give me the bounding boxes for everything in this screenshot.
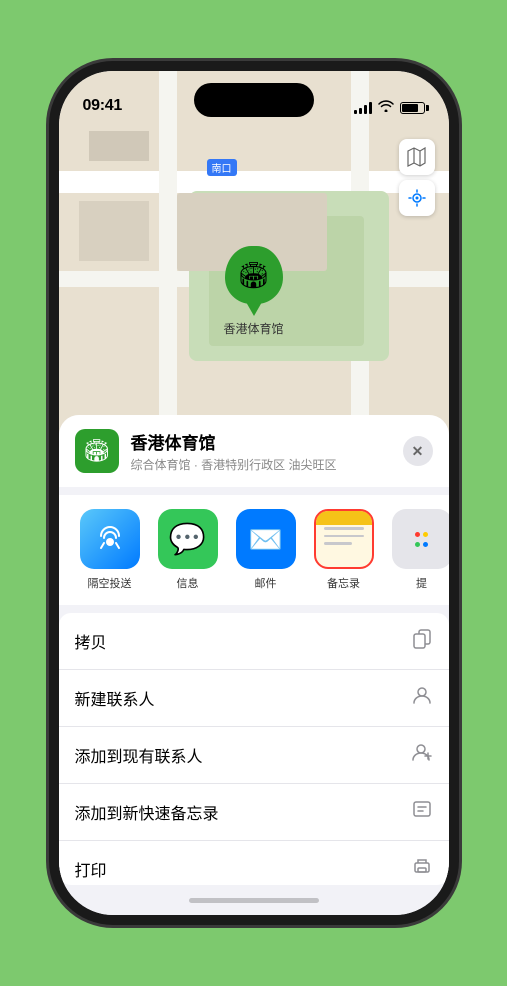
notes-label: 备忘录 bbox=[327, 575, 360, 591]
map-controls bbox=[399, 139, 435, 216]
share-item-more[interactable]: 提 bbox=[387, 509, 449, 591]
signal-icon bbox=[354, 102, 372, 114]
bottom-sheet: 🏟 香港体育馆 综合体育馆 · 香港特别行政区 油尖旺区 ✕ 隔空投送 bbox=[59, 415, 449, 915]
action-add-notes[interactable]: 添加到新快速备忘录 bbox=[59, 784, 449, 841]
share-item-mail[interactable]: ✉️ 邮件 bbox=[231, 509, 301, 591]
map-north-exit: 南口 bbox=[207, 159, 237, 176]
dynamic-island bbox=[194, 83, 314, 117]
location-button[interactable] bbox=[399, 180, 435, 216]
action-add-contact[interactable]: 添加到现有联系人 bbox=[59, 727, 449, 784]
status-icons bbox=[354, 100, 425, 115]
action-print[interactable]: 打印 bbox=[59, 841, 449, 885]
home-indicator bbox=[59, 885, 449, 915]
battery-icon bbox=[400, 102, 425, 114]
status-time: 09:41 bbox=[83, 97, 122, 115]
pin-label: 香港体育馆 bbox=[223, 320, 283, 337]
venue-info: 香港体育馆 综合体育馆 · 香港特别行政区 油尖旺区 bbox=[131, 429, 403, 473]
copy-icon bbox=[411, 627, 433, 655]
venue-name: 香港体育馆 bbox=[131, 429, 403, 454]
more-dots bbox=[415, 532, 428, 547]
venue-icon: 🏟 bbox=[75, 429, 119, 473]
messages-label: 信息 bbox=[177, 575, 199, 591]
airdrop-icon bbox=[80, 509, 140, 569]
home-bar bbox=[189, 898, 319, 903]
new-contact-icon bbox=[411, 684, 433, 712]
print-icon bbox=[411, 855, 433, 883]
more-label: 提 bbox=[416, 575, 427, 591]
action-copy[interactable]: 拷贝 bbox=[59, 613, 449, 670]
location-pin: 🏟 香港体育馆 bbox=[223, 246, 283, 337]
action-list: 拷贝 新建联系人 添加到现有联系人 bbox=[59, 613, 449, 885]
more-icon bbox=[392, 509, 449, 569]
venue-card: 🏟 香港体育馆 综合体育馆 · 香港特别行政区 油尖旺区 ✕ bbox=[59, 415, 449, 487]
action-new-contact[interactable]: 新建联系人 bbox=[59, 670, 449, 727]
mail-icon: ✉️ bbox=[236, 509, 296, 569]
mail-label: 邮件 bbox=[255, 575, 277, 591]
share-item-messages[interactable]: 💬 信息 bbox=[153, 509, 223, 591]
pin-circle: 🏟 bbox=[224, 246, 282, 304]
map-label-tag: 南口 bbox=[207, 159, 237, 176]
add-contact-icon bbox=[411, 741, 433, 769]
share-row: 隔空投送 💬 信息 ✉️ 邮件 bbox=[59, 495, 449, 605]
map-type-button[interactable] bbox=[399, 139, 435, 175]
messages-icon: 💬 bbox=[158, 509, 218, 569]
add-notes-icon bbox=[411, 798, 433, 826]
close-button[interactable]: ✕ bbox=[403, 436, 433, 466]
share-item-notes[interactable]: 备忘录 bbox=[309, 509, 379, 591]
airdrop-label: 隔空投送 bbox=[88, 575, 132, 591]
wifi-icon bbox=[378, 100, 394, 115]
share-item-airdrop[interactable]: 隔空投送 bbox=[75, 509, 145, 591]
notes-icon bbox=[314, 509, 374, 569]
venue-desc: 综合体育馆 · 香港特别行政区 油尖旺区 bbox=[131, 456, 403, 473]
phone-frame: 09:41 bbox=[59, 71, 449, 915]
